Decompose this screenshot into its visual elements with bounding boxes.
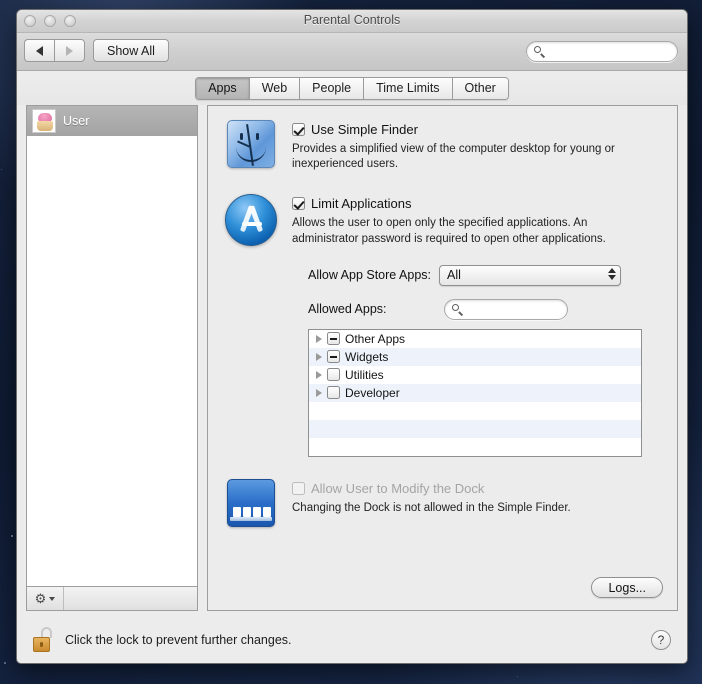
tab-people[interactable]: People <box>300 77 365 99</box>
help-button[interactable]: ? <box>651 630 671 650</box>
simple-finder-section: Use Simple Finder Provides a simplified … <box>224 120 661 172</box>
search-icon <box>451 303 464 316</box>
limit-applications-body: Limit Applications Allows the user to op… <box>292 194 661 246</box>
simple-finder-body: Use Simple Finder Provides a simplified … <box>292 120 661 172</box>
limit-applications-checkbox[interactable] <box>292 197 305 211</box>
list-item-label: Developer <box>345 385 400 400</box>
finder-icon-wrap <box>224 120 278 172</box>
dock-section: Allow User to Modify the Dock Changing t… <box>224 478 661 527</box>
allowed-apps-list[interactable]: Other Apps Widgets Utilities Developer <box>308 328 642 457</box>
chevron-right-icon[interactable] <box>316 370 322 379</box>
limit-applications-label: Limit Applications <box>311 196 412 212</box>
show-all-button[interactable]: Show All <box>93 39 169 62</box>
action-menu-button[interactable]: ⚙ <box>27 587 64 610</box>
tab-apps[interactable]: Apps <box>196 77 250 99</box>
dock-section-description: Changing the Dock is not allowed in the … <box>292 501 571 514</box>
chevron-right-icon[interactable] <box>316 352 322 361</box>
stepper-icon[interactable] <box>608 267 616 280</box>
app-store-icon-wrap <box>224 194 278 247</box>
sidebar-item-user[interactable]: User <box>27 106 197 136</box>
back-arrow-icon <box>36 45 43 56</box>
chevron-right-icon[interactable] <box>316 388 322 397</box>
user-sidebar: User ⚙ <box>26 105 198 611</box>
window-title: Parental Controls <box>303 13 401 27</box>
tab-web[interactable]: Web <box>249 77 301 99</box>
list-item[interactable]: Other Apps <box>309 330 641 348</box>
app-store-icon <box>225 194 277 247</box>
app-store-apps-row: Allow App Store Apps: All <box>224 264 661 286</box>
dock-icon-wrap <box>224 478 278 527</box>
other-apps-checkbox[interactable] <box>327 332 340 346</box>
list-item[interactable]: Utilities <box>309 366 641 384</box>
finder-icon <box>227 120 275 168</box>
toolbar-search-field[interactable] <box>526 41 678 62</box>
sidebar-footer: ⚙ <box>27 586 197 610</box>
allow-modify-dock-label: Allow User to Modify the Dock <box>311 480 485 496</box>
dock-icon <box>227 478 275 527</box>
forward-arrow-icon <box>66 45 73 56</box>
list-item-empty <box>309 419 641 438</box>
cupcake-avatar <box>32 109 56 133</box>
apps-settings-pane: Use Simple Finder Provides a simplified … <box>207 105 678 611</box>
user-list: User <box>27 106 197 586</box>
use-simple-finder-row[interactable]: Use Simple Finder <box>292 122 661 137</box>
widgets-checkbox[interactable] <box>327 350 340 364</box>
list-item[interactable]: Widgets <box>309 347 641 366</box>
unlocked-padlock-icon[interactable] <box>33 627 55 653</box>
list-item-label: Utilities <box>345 367 384 382</box>
developer-checkbox[interactable] <box>327 386 340 400</box>
main-split-view: User ⚙ Use Simple Finder Provides a simp… <box>17 105 687 611</box>
parental-controls-window: Parental Controls Show All Apps Web Peop… <box>16 9 688 664</box>
allowed-apps-search-field[interactable] <box>444 298 568 320</box>
gear-icon: ⚙ <box>34 591 47 606</box>
list-item-label: Widgets <box>345 349 389 364</box>
list-item-empty <box>309 402 641 420</box>
allowed-apps-label: Allowed Apps: <box>308 302 387 317</box>
forward-button[interactable] <box>54 39 85 62</box>
list-item-empty <box>309 438 641 456</box>
tab-group: Apps Web People Time Limits Other <box>195 76 509 100</box>
list-item[interactable]: Developer <box>309 383 641 402</box>
simple-finder-description: Provides a simplified view of the comput… <box>292 143 615 171</box>
tab-other[interactable]: Other <box>452 77 508 99</box>
limit-applications-section: Limit Applications Allows the user to op… <box>224 194 661 247</box>
modify-dock-row: Allow User to Modify the Dock <box>292 481 661 496</box>
navigation-segmented-control <box>24 39 85 62</box>
search-icon <box>533 45 546 58</box>
tab-time-limits[interactable]: Time Limits <box>364 77 453 99</box>
preferences-toolbar: Show All <box>17 33 687 71</box>
list-item-label: Other Apps <box>345 331 406 346</box>
app-store-apps-select[interactable]: All <box>439 264 621 286</box>
lock-message: Click the lock to prevent further change… <box>65 633 292 647</box>
allowed-apps-row: Allowed Apps: <box>224 298 661 320</box>
chevron-down-icon <box>49 596 56 601</box>
user-name-label: User <box>63 114 90 128</box>
allow-modify-dock-checkbox <box>292 481 305 495</box>
app-store-apps-label: Allow App Store Apps: <box>308 268 431 283</box>
logs-button[interactable]: Logs... <box>591 577 663 598</box>
allowed-apps-search-input[interactable] <box>464 303 567 316</box>
window-bottom-bar: Click the lock to prevent further change… <box>17 611 687 663</box>
limit-applications-description: Allows the user to open only the specifi… <box>292 217 606 245</box>
limit-applications-row[interactable]: Limit Applications <box>292 196 661 211</box>
window-titlebar: Parental Controls <box>17 10 687 33</box>
tab-bar: Apps Web People Time Limits Other <box>17 71 687 105</box>
toolbar-search-input[interactable] <box>546 45 677 58</box>
dock-section-body: Allow User to Modify the Dock Changing t… <box>292 479 661 527</box>
use-simple-finder-label: Use Simple Finder <box>311 122 418 137</box>
back-button[interactable] <box>24 39 54 62</box>
utilities-checkbox[interactable] <box>327 368 340 382</box>
use-simple-finder-checkbox[interactable] <box>292 123 305 136</box>
app-store-apps-value: All <box>447 268 461 283</box>
chevron-right-icon[interactable] <box>316 334 322 343</box>
